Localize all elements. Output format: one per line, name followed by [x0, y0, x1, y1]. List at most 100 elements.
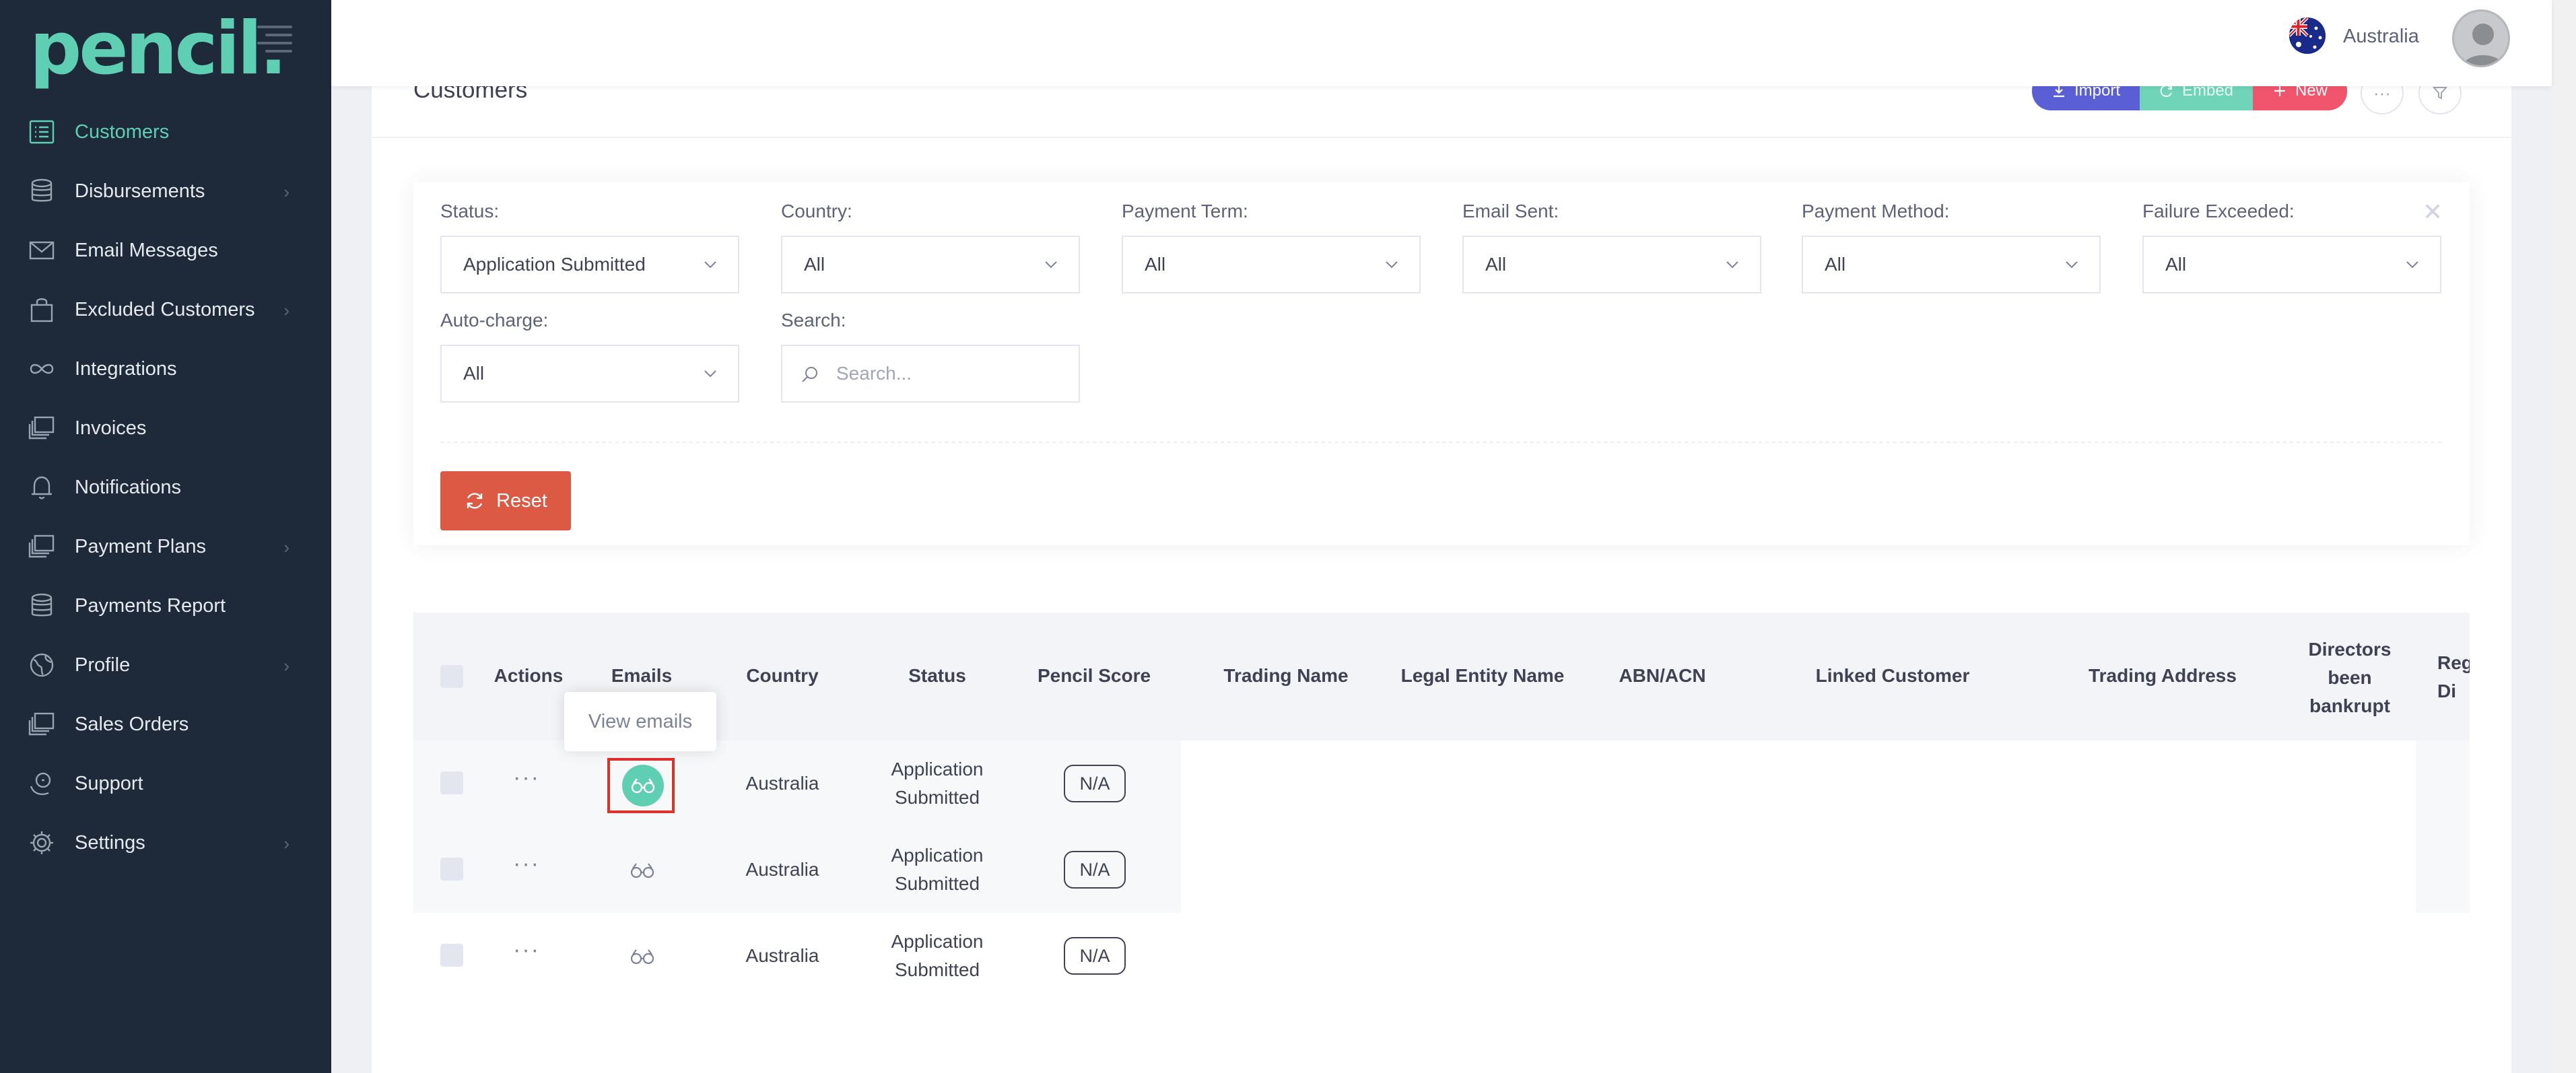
- sidebar-item-payment-plans[interactable]: Payment Plans ›: [0, 517, 331, 576]
- sidebar-item-notifications[interactable]: Notifications: [0, 458, 331, 517]
- globe-icon: [27, 650, 57, 680]
- sidebar-item-settings[interactable]: Settings ›: [0, 813, 331, 872]
- sidebar-item-customers[interactable]: Customers: [0, 102, 331, 162]
- page-scrollbar[interactable]: [2552, 0, 2576, 1073]
- row-status: Application Submitted: [875, 928, 999, 984]
- sidebar-item-payments-report[interactable]: Payments Report: [0, 576, 331, 635]
- col-header-pencil-score[interactable]: Pencil Score: [1030, 665, 1158, 687]
- status-line: Submitted: [894, 959, 980, 980]
- sidebar: pencil. Customers Disbursements › Email Mes…: [0, 0, 331, 1073]
- row-checkbox[interactable]: [440, 771, 463, 794]
- top-bar: Australia: [331, 0, 2552, 86]
- auto-charge-filter-select[interactable]: All: [440, 345, 739, 403]
- chevron-down-icon: [704, 370, 716, 378]
- search-filter-label: Search:: [781, 310, 846, 331]
- payment-method-filter-value: All: [1825, 254, 1846, 275]
- col-header-actions[interactable]: Actions: [492, 665, 566, 687]
- col-header-emails[interactable]: Emails: [599, 665, 684, 687]
- country-filter-select[interactable]: All: [781, 236, 1080, 293]
- sidebar-item-label: Notifications: [75, 476, 181, 498]
- payment-method-filter-select[interactable]: All: [1802, 236, 2101, 293]
- database-icon: [27, 591, 57, 621]
- sidebar-item-excluded-customers[interactable]: Excluded Customers ›: [0, 280, 331, 339]
- chevron-down-icon: [1726, 261, 1738, 269]
- col-header-trading-address[interactable]: Trading Address: [2074, 665, 2251, 687]
- filter-divider: [440, 442, 2441, 443]
- sidebar-item-label: Email Messages: [75, 239, 218, 261]
- chevron-down-icon: [2066, 261, 2078, 269]
- country-selector[interactable]: Australia: [2343, 26, 2419, 48]
- status-line: Application: [891, 845, 984, 866]
- australia-flag-icon[interactable]: [2289, 18, 2326, 54]
- close-filters-icon[interactable]: ✕: [2422, 198, 2443, 226]
- search-input[interactable]: Search...: [781, 345, 1080, 403]
- sidebar-item-sales-orders[interactable]: Sales Orders: [0, 695, 331, 754]
- payment-term-filter-select[interactable]: All: [1122, 236, 1421, 293]
- pencil-score-badge: N/A: [1064, 937, 1126, 975]
- sidebar-item-email-messages[interactable]: Email Messages: [0, 221, 331, 280]
- col-header-linked-customer[interactable]: Linked Customer: [1802, 665, 1984, 687]
- reset-button[interactable]: Reset: [440, 471, 571, 530]
- email-sent-filter-select[interactable]: All: [1462, 236, 1761, 293]
- row-actions-icon[interactable]: ···: [513, 937, 540, 963]
- view-emails-icon[interactable]: [629, 860, 656, 880]
- auto-charge-filter-value: All: [463, 363, 485, 384]
- sidebar-item-label: Customers: [75, 120, 170, 143]
- sidebar-item-disbursements[interactable]: Disbursements ›: [0, 162, 331, 221]
- sidebar-item-profile[interactable]: Profile ›: [0, 635, 331, 695]
- row-status: Application Submitted: [875, 841, 999, 898]
- pencil-logo[interactable]: pencil.: [30, 7, 287, 91]
- chevron-down-icon: [1045, 261, 1057, 269]
- view-emails-icon[interactable]: [622, 765, 664, 806]
- layers-icon: [27, 413, 57, 443]
- status-filter-label: Status:: [440, 201, 500, 221]
- col-header-abn-acn[interactable]: ABN/ACN: [1602, 665, 1722, 687]
- table-row-tail: [2416, 827, 2470, 913]
- sidebar-item-label: Excluded Customers: [75, 298, 255, 320]
- view-emails-tooltip: View emails: [564, 692, 716, 751]
- sidebar-item-label: Support: [75, 772, 143, 794]
- sidebar-item-label: Disbursements: [75, 180, 205, 202]
- chevron-down-icon: [704, 261, 716, 269]
- search-placeholder: Search...: [836, 363, 912, 384]
- col-header-truncated[interactable]: Reg Di: [2437, 649, 2470, 705]
- email-sent-filter-label: Email Sent:: [1462, 201, 1559, 221]
- refresh-icon: [467, 493, 483, 509]
- row-country: Australia: [745, 773, 819, 794]
- chevron-right-icon: ›: [283, 182, 290, 202]
- sidebar-item-integrations[interactable]: Integrations: [0, 339, 331, 399]
- failure-exceeded-filter-select[interactable]: All: [2142, 236, 2441, 293]
- auto-charge-filter-label: Auto-charge:: [440, 310, 549, 331]
- failure-exceeded-filter-value: All: [2165, 254, 2187, 275]
- title-divider: [372, 137, 2511, 138]
- row-checkbox[interactable]: [440, 944, 463, 967]
- col-header-country[interactable]: Country: [734, 665, 831, 687]
- col-header-legal-entity-name[interactable]: Legal Entity Name: [1394, 665, 1571, 687]
- pencil-score-badge: N/A: [1064, 765, 1126, 802]
- row-actions-icon[interactable]: ···: [513, 851, 540, 877]
- status-line: Submitted: [894, 787, 980, 808]
- payment-term-filter-value: All: [1145, 254, 1166, 275]
- sidebar-item-support[interactable]: Support: [0, 754, 331, 813]
- row-actions-icon[interactable]: ···: [513, 765, 540, 791]
- sidebar-item-label: Profile: [75, 654, 131, 676]
- payment-term-filter-label: Payment Term:: [1122, 201, 1248, 221]
- col-header-status[interactable]: Status: [882, 665, 992, 687]
- country-filter-value: All: [804, 254, 825, 275]
- menu-toggle-icon[interactable]: [257, 26, 292, 53]
- sidebar-item-label: Payments Report: [75, 594, 226, 617]
- sidebar-item-invoices[interactable]: Invoices: [0, 399, 331, 458]
- header-line: Reg: [2437, 652, 2470, 673]
- sidebar-item-label: Invoices: [75, 417, 147, 439]
- user-avatar[interactable]: [2452, 9, 2510, 67]
- layers-icon: [27, 532, 57, 561]
- view-emails-icon[interactable]: [629, 946, 656, 967]
- sidebar-item-label: Settings: [75, 831, 145, 854]
- headset-icon: [27, 769, 57, 798]
- col-header-trading-name[interactable]: Trading Name: [1212, 665, 1360, 687]
- row-checkbox[interactable]: [440, 858, 463, 880]
- col-header-directors-bankrupt[interactable]: Directors been bankrupt: [2295, 635, 2405, 720]
- search-icon: [802, 367, 817, 382]
- status-filter-select[interactable]: Application Submitted: [440, 236, 739, 293]
- select-all-checkbox[interactable]: [440, 665, 463, 688]
